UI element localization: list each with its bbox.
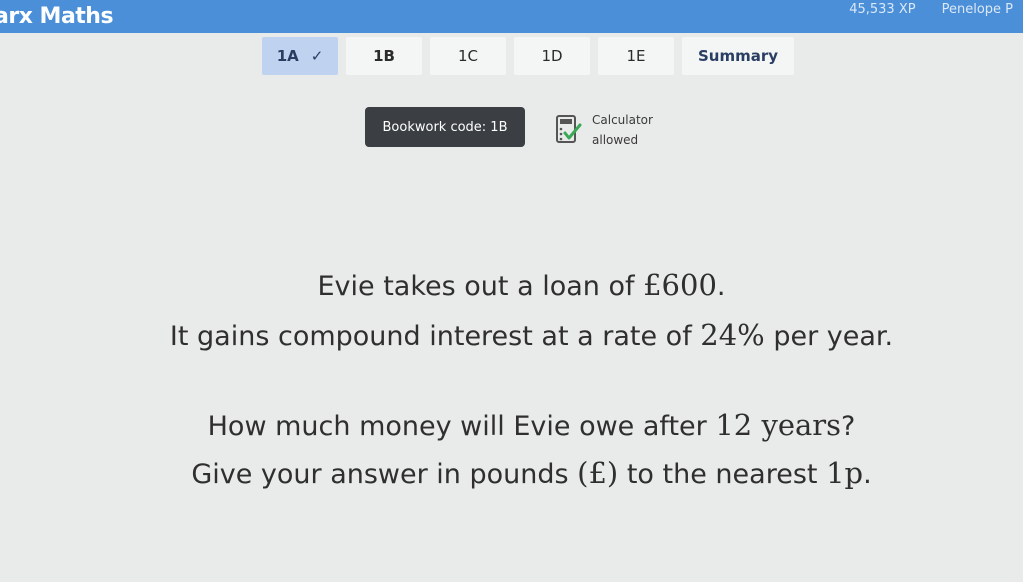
user-name[interactable]: Penelope P [942, 2, 1013, 17]
question-line-1: Evie takes out a loan of £600. [10, 268, 1023, 302]
top-right-info: 45,533 XP Penelope P [849, 2, 1013, 17]
xp-counter: 45,533 XP [849, 2, 916, 17]
tab-1d[interactable]: 1D [514, 37, 590, 75]
q2-text: It gains compound interest at a rate of [169, 321, 701, 352]
q3-post: ? [841, 411, 856, 442]
tab-1b[interactable]: 1B [346, 37, 422, 75]
q3-math: 12 years [715, 408, 842, 442]
tab-1a[interactable]: 1A ✓ [262, 37, 338, 75]
q4-math: (£) [577, 456, 619, 490]
calculator-line1: Calculator [592, 113, 653, 127]
q4-post: . [863, 459, 872, 490]
bookwork-code-label: Bookwork code: 1B [382, 119, 508, 135]
tab-1d-label: 1D [541, 47, 563, 65]
calculator-check-icon [556, 115, 582, 143]
q2-math: 24% [700, 318, 765, 352]
q1-post: . [716, 271, 726, 302]
tab-1a-label: 1A [276, 47, 299, 65]
q1-math: £600 [643, 268, 717, 302]
q3-text: How much money will Evie owe after [207, 411, 716, 442]
q4-text: Give your answer in pounds [191, 459, 578, 490]
calculator-text: Calculator allowed [592, 110, 653, 150]
calculator-allowed-indicator: Calculator allowed [554, 110, 653, 150]
top-bar: arx Maths 45,533 XP Penelope P [0, 0, 1023, 33]
tab-summary[interactable]: Summary [682, 37, 794, 75]
check-icon: ✓ [310, 47, 324, 65]
bookwork-code-badge: Bookwork code: 1B [365, 107, 525, 147]
task-tabs: 1A ✓ 1B 1C 1D 1E Summary [262, 37, 794, 75]
tab-1b-label: 1B [373, 47, 395, 65]
tab-1c[interactable]: 1C [430, 37, 506, 75]
app-title: arx Maths [0, 4, 114, 29]
q4-mid: to the nearest [618, 459, 827, 490]
tab-1c-label: 1C [457, 47, 479, 65]
tab-1e[interactable]: 1E [598, 37, 674, 75]
question-line-2: It gains compound interest at a rate of … [20, 318, 1023, 352]
q1-text: Evie takes out a loan of [317, 271, 644, 302]
tab-summary-label: Summary [697, 47, 779, 65]
q4-math2: 1p [826, 456, 864, 490]
tab-1e-label: 1E [626, 47, 646, 65]
q2-post: per year. [764, 321, 894, 352]
question-line-3: How much money will Evie owe after 12 ye… [20, 408, 1023, 442]
calculator-line2: allowed [592, 133, 639, 147]
question-line-4: Give your answer in pounds (£) to the ne… [20, 456, 1023, 490]
